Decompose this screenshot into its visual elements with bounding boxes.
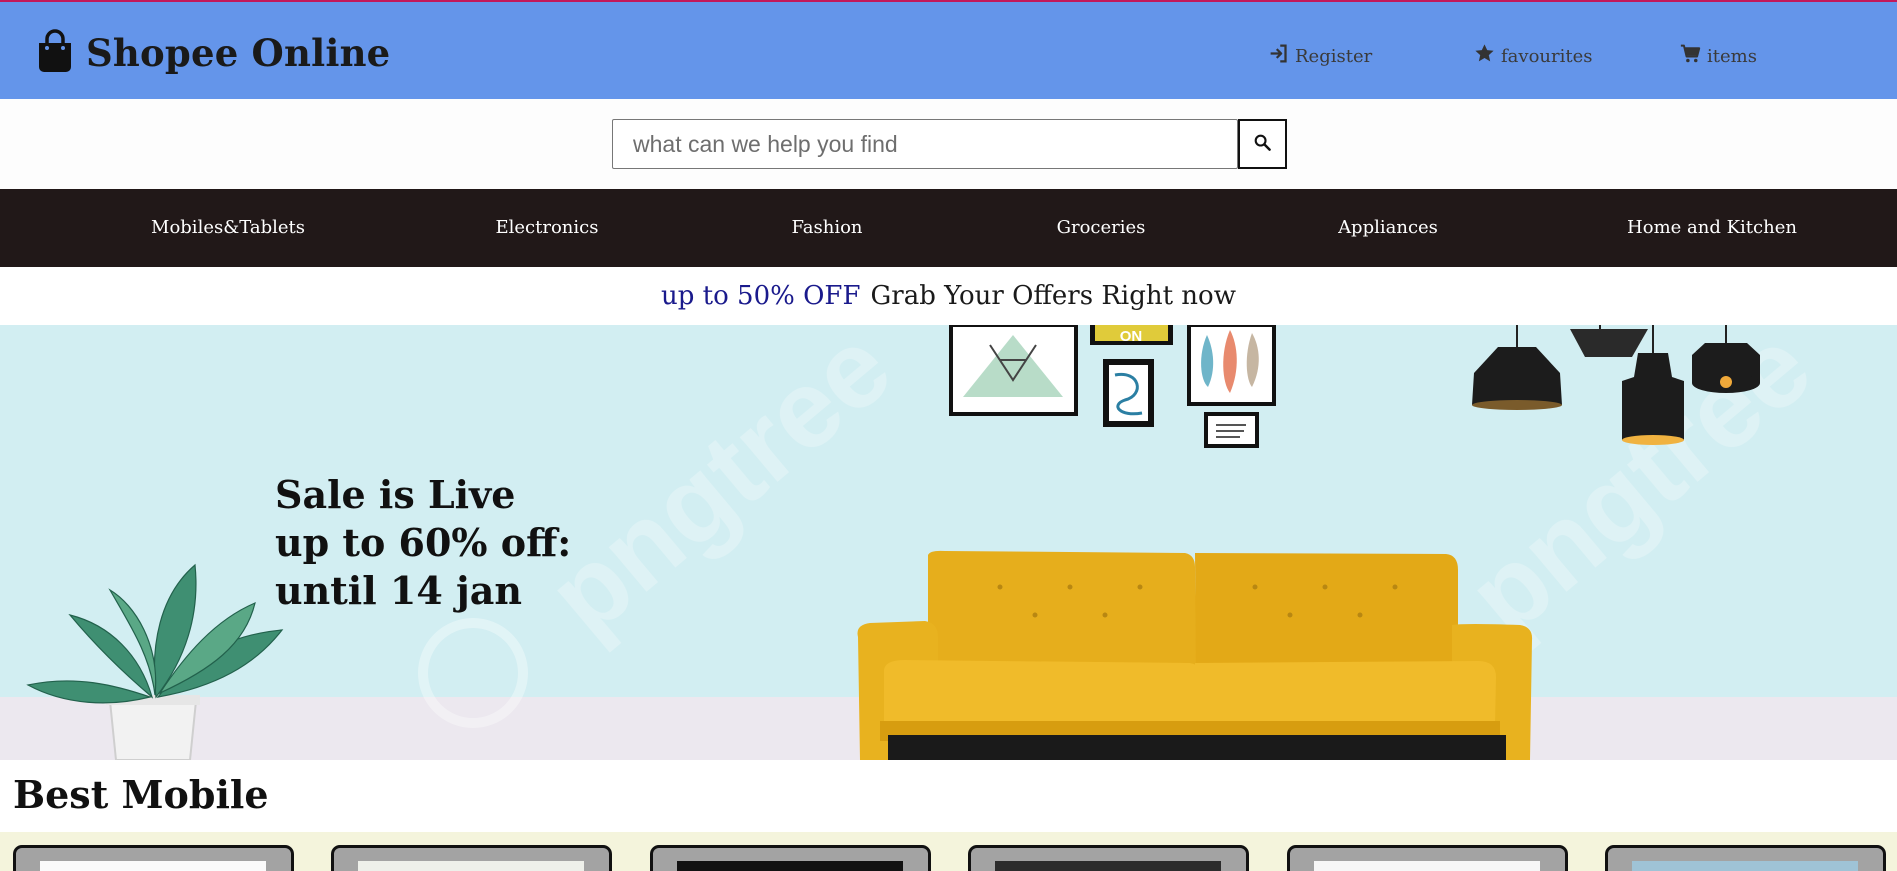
shopping-bag-icon <box>36 29 74 77</box>
star-icon <box>1474 43 1501 69</box>
product-image <box>1632 861 1858 871</box>
cart-link[interactable]: items <box>1680 43 1757 69</box>
sale-line-1: Sale is Live <box>275 472 516 517</box>
search-bar <box>0 99 1897 189</box>
search-input[interactable] <box>612 119 1238 169</box>
svg-text:pngtree: pngtree <box>525 325 913 658</box>
brand-logo[interactable]: Shopee Online <box>36 29 390 77</box>
product-card[interactable] <box>968 845 1249 871</box>
cart-icon <box>1680 43 1707 69</box>
product-card[interactable] <box>331 845 612 871</box>
cart-label: items <box>1707 45 1757 67</box>
brand-name: Shopee Online <box>86 31 391 75</box>
svg-text:ON: ON <box>1120 328 1143 345</box>
search-button[interactable] <box>1238 119 1287 169</box>
search-icon <box>1254 134 1271 155</box>
product-card[interactable] <box>1287 845 1568 871</box>
category-nav: Mobiles&Tablets Electronics Fashion Groc… <box>0 189 1897 267</box>
offer-text: Grab Your Offers Right now <box>870 281 1236 311</box>
hero-banner[interactable]: pngtree pngtree ON Sale is Live up to 60… <box>0 325 1897 760</box>
product-image <box>995 861 1221 871</box>
wall-frames: ON <box>949 325 1276 448</box>
best-mobile-title: Best Mobile <box>13 772 269 817</box>
sofa-illustration <box>857 550 1533 760</box>
product-card[interactable] <box>1605 845 1886 871</box>
register-link[interactable]: Register <box>1268 43 1372 69</box>
top-header: Shopee Online Register favourites items <box>0 0 1897 99</box>
product-card[interactable] <box>13 845 294 871</box>
sale-line-2: up to 60% off: <box>275 520 572 565</box>
register-label: Register <box>1295 45 1373 67</box>
sale-headline: Sale is Live up to 60% off: until 14 jan <box>275 471 571 615</box>
category-home-kitchen[interactable]: Home and Kitchen <box>1607 189 1817 267</box>
category-electronics[interactable]: Electronics <box>447 189 647 267</box>
category-groceries[interactable]: Groceries <box>1001 189 1201 267</box>
offer-banner[interactable]: up to 50% OFF Grab Your Offers Right now <box>0 267 1897 325</box>
sign-in-icon <box>1268 43 1295 69</box>
product-image <box>677 861 903 871</box>
offer-discount: up to 50% OFF <box>661 281 861 311</box>
category-appliances[interactable]: Appliances <box>1288 189 1488 267</box>
plant-illustration <box>26 563 284 760</box>
sale-line-3: until 14 jan <box>275 568 523 613</box>
product-card[interactable] <box>650 845 931 871</box>
favourites-link[interactable]: favourites <box>1474 43 1592 69</box>
favourites-label: favourites <box>1501 45 1593 67</box>
product-image <box>40 861 266 871</box>
product-image <box>358 861 584 871</box>
product-image <box>1314 861 1540 871</box>
category-fashion[interactable]: Fashion <box>727 189 927 267</box>
category-mobiles-tablets[interactable]: Mobiles&Tablets <box>128 189 328 267</box>
